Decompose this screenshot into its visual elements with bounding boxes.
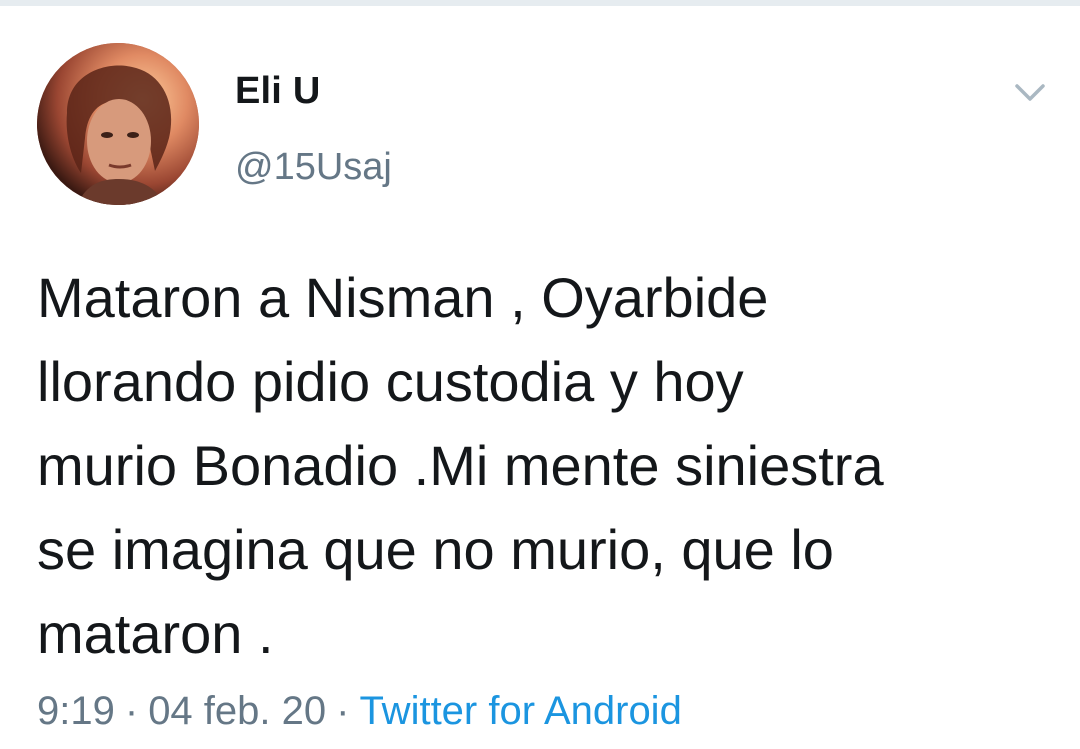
- tweet-source-link[interactable]: Twitter for Android: [359, 689, 681, 733]
- tweet-meta: 9:19 · 04 feb. 20 · Twitter for Android: [37, 689, 682, 734]
- meta-separator: ·: [124, 689, 139, 733]
- tweet-text: Mataron a Nisman , Oyarbide llorando pid…: [37, 266, 884, 665]
- user-avatar-photo-icon: [37, 43, 199, 205]
- chevron-down-icon[interactable]: [1012, 74, 1048, 110]
- tweet-date[interactable]: 04 feb. 20: [148, 689, 326, 733]
- user-handle[interactable]: @15Usaj: [235, 146, 392, 189]
- tweet-card: Eli U @15Usaj Mataron a Nisman , Oyarbid…: [0, 6, 1080, 749]
- display-name[interactable]: Eli U: [235, 70, 320, 113]
- avatar[interactable]: [37, 43, 199, 205]
- meta-separator: ·: [336, 689, 350, 733]
- tweet-time[interactable]: 9:19: [37, 689, 115, 733]
